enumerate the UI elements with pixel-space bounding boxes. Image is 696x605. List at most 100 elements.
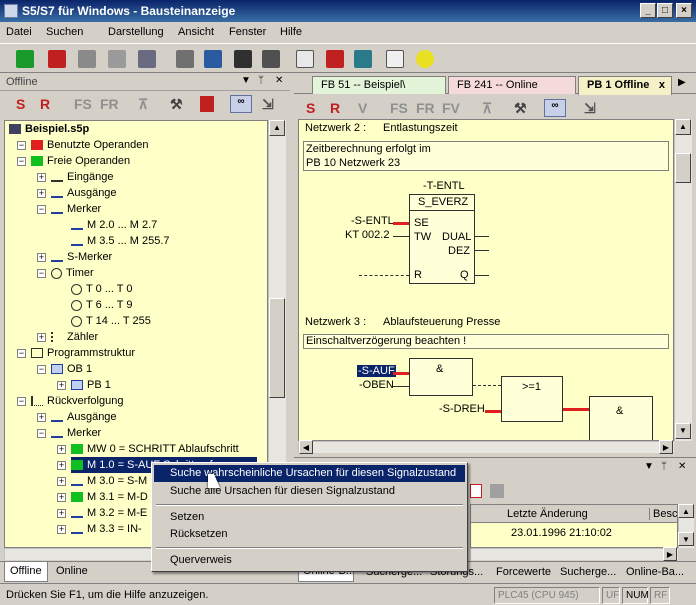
tree-item-rv-ausgaenge[interactable]: Ausgänge [51,409,117,425]
scroll-down-button[interactable]: ▼ [675,423,691,439]
upload-icon[interactable] [16,50,34,68]
scroll-down-button[interactable]: ▼ [678,532,694,546]
col-letzte-aenderung[interactable]: Letzte Änderung [507,508,588,520]
tab-close-icon[interactable]: x [659,79,665,91]
monitor-icon[interactable] [354,50,372,68]
expand-toggle[interactable]: + [37,173,46,182]
expand-toggle[interactable]: − [17,157,26,166]
fr-button[interactable]: FR [416,100,435,116]
chip-icon[interactable] [138,50,156,68]
scroll-up-button[interactable]: ▲ [269,120,285,136]
menu-datei[interactable]: Datei [6,26,32,38]
input-s-entl[interactable]: -S-ENTL [351,215,394,227]
scroll-right-button[interactable]: ▶ [659,440,673,454]
scroll-thumb[interactable] [269,298,285,398]
scroll-up-button[interactable]: ▲ [678,504,694,518]
r-button[interactable]: R [330,100,340,116]
copy-icon[interactable] [490,484,504,498]
tree-item-m33[interactable]: M 3.3 = IN- [71,521,142,537]
pin-icon[interactable]: ᛘ [661,461,667,472]
tool-icon[interactable]: ⚒ [170,96,183,113]
editor-vscrollbar[interactable]: ▲ ▼ [674,119,692,441]
mail-icon[interactable] [386,50,404,68]
fs-button[interactable]: FS [74,96,92,112]
results-vscrollbar[interactable]: ▲ ▼ [678,504,694,548]
expand-toggle[interactable]: + [37,253,46,262]
results-hscrollbar[interactable]: ▶ [470,547,678,561]
fr-button[interactable]: FR [100,96,119,112]
expand-toggle[interactable]: − [17,141,26,150]
v-button[interactable]: V [358,100,367,116]
input-kt[interactable]: KT 002.2 [345,229,389,241]
input-s-dreh[interactable]: -S-DREH [439,403,485,415]
expand-toggle[interactable]: + [57,509,66,518]
tree-item-ob1[interactable]: OB 1 [51,361,92,377]
tree-item-timer[interactable]: Timer [51,265,94,281]
tree-item-pb1[interactable]: PB 1 [71,377,111,393]
tab-online[interactable]: Online [54,565,90,577]
tool-icon[interactable]: ⚒ [514,100,527,117]
tree-item-m32[interactable]: M 3.2 = M-E [71,505,147,521]
timer-operand[interactable]: -T-ENTL [423,180,465,192]
pin-icon[interactable]: ᛘ [258,75,264,86]
menu-item-all-causes[interactable]: Suche alle Ursachen für diesen Signalzus… [154,483,465,500]
compare-icon[interactable] [78,50,96,68]
expand-toggle[interactable]: + [57,525,66,534]
filter-icon[interactable]: ⊼ [138,96,148,113]
expand-toggle[interactable]: + [57,461,66,470]
expand-toggle[interactable]: + [57,493,66,502]
tree-item-rv-merker[interactable]: Merker [51,425,101,441]
tools-icon[interactable] [108,50,126,68]
tree-item-freie[interactable]: Freie Operanden [31,153,130,169]
input-oben[interactable]: -OBEN [359,379,394,391]
pane-menu-icon[interactable]: ▼ [241,75,251,86]
tree-item-m20[interactable]: M 2.0 ... M 2.7 [71,217,157,233]
edit-icon[interactable] [234,50,252,68]
tree-item-t6[interactable]: T 6 ... T 9 [71,297,132,313]
expand-toggle[interactable]: − [37,269,46,278]
input-s-auf[interactable]: -S-AUF [357,365,396,377]
tab-pb1[interactable]: PB 1 Offline x [578,76,672,95]
glasses-icon[interactable]: ∞ [230,95,252,113]
list-icon[interactable] [262,50,280,68]
pane-close-icon[interactable]: ✕ [275,75,283,86]
document-icon[interactable] [296,50,314,68]
crossref-icon[interactable] [326,50,344,68]
expand-toggle[interactable]: − [37,429,46,438]
close-button[interactable]: × [676,3,692,18]
scroll-up-button[interactable]: ▲ [675,119,691,135]
network3-comment-box[interactable]: Einschaltverzögerung beachten ! [303,334,669,349]
expand-toggle[interactable]: − [17,397,26,406]
s-everz-box[interactable]: S_EVERZ SE TW DUAL DEZ R Q [409,194,475,284]
tab-suchergebnis-2[interactable]: Sucherge... [560,566,616,578]
tree-item-rueckverfolgung[interactable]: Rückverfolgung [31,393,123,409]
s-button[interactable]: S [16,96,25,112]
tree-item-eingaenge[interactable]: Eingänge [51,169,114,185]
menu-darstellung[interactable]: Darstellung [108,26,164,38]
tree-item-ausgaenge[interactable]: Ausgänge [51,185,117,201]
s-button[interactable]: S [306,100,315,116]
tree-item-t0[interactable]: T 0 ... T 0 [71,281,132,297]
tab-forcewerte[interactable]: Forcewerte [496,566,551,578]
expand-toggle[interactable]: + [57,477,66,486]
export-icon[interactable]: ⇲ [262,96,274,113]
tree-item-m30[interactable]: M 3.0 = S-M [71,473,147,489]
and-box-2[interactable]: & [589,396,653,440]
and-box-1[interactable]: & [409,358,473,396]
tree-item-programmstruktur[interactable]: Programmstruktur [31,345,135,361]
r-button[interactable]: R [40,96,50,112]
plc-icon[interactable] [48,50,66,68]
export-icon[interactable]: ⇲ [584,100,596,117]
tree-item-smerker[interactable]: S-Merker [51,249,112,265]
tree-root[interactable]: Beispiel.s5p [9,121,89,137]
network-icon[interactable] [204,50,222,68]
scroll-thumb[interactable] [675,153,691,183]
tree-item-benutzte[interactable]: Benutzte Operanden [31,137,149,153]
expand-toggle[interactable]: + [37,413,46,422]
expand-toggle[interactable]: + [37,189,46,198]
col-beschreibung[interactable]: Besc [649,508,677,520]
expand-toggle[interactable]: + [57,381,66,390]
tab-fb51[interactable]: FB 51 -- Beispiel\ [312,76,446,94]
pane-menu-icon[interactable]: ▼ [644,461,654,472]
scroll-left-button[interactable]: ◀ [299,440,313,454]
